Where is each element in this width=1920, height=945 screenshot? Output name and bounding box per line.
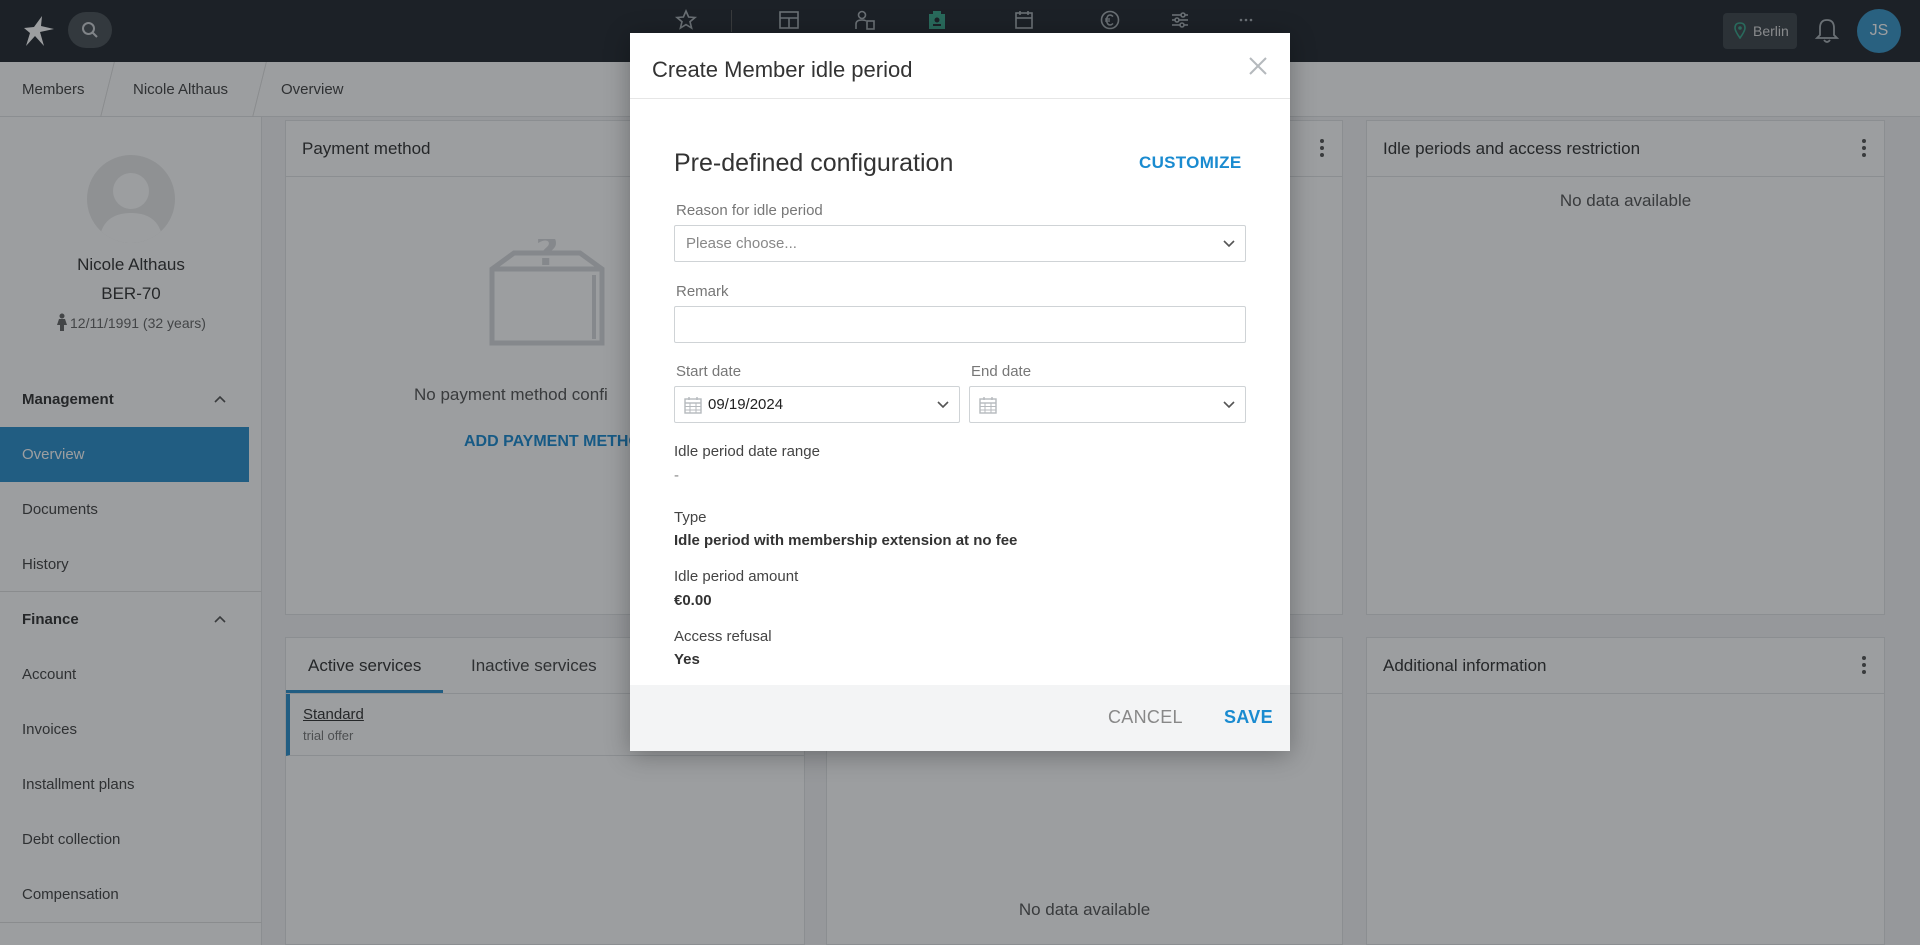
dialog-footer: CANCEL SAVE — [630, 685, 1290, 751]
end-date-picker[interactable] — [969, 386, 1246, 423]
calendar-icon — [684, 397, 702, 414]
access-refusal-value: Yes — [674, 651, 700, 668]
create-idle-period-dialog: Create Member idle period Pre-defined co… — [630, 33, 1290, 751]
section-title: Pre-defined configuration — [674, 149, 954, 177]
access-refusal-label: Access refusal — [674, 628, 772, 645]
remark-label: Remark — [676, 283, 729, 300]
amount-value: €0.00 — [674, 592, 712, 609]
type-label: Type — [674, 509, 707, 526]
dialog-title: Create Member idle period — [652, 57, 913, 82]
remark-input[interactable] — [674, 306, 1246, 343]
start-date-value: 09/19/2024 — [708, 396, 784, 413]
end-date-label: End date — [971, 363, 1032, 380]
start-date-picker[interactable]: 09/19/2024 — [674, 386, 960, 423]
type-value: Idle period with membership extension at… — [674, 532, 1018, 549]
chevron-down-icon — [937, 401, 949, 409]
reason-label: Reason for idle period — [676, 202, 823, 219]
dialog-header: Create Member idle period — [630, 33, 1290, 99]
chevron-down-icon — [1223, 240, 1235, 248]
save-button[interactable]: SAVE — [1224, 707, 1273, 728]
date-range-value: - — [674, 467, 679, 484]
customize-button[interactable]: CUSTOMIZE — [1139, 153, 1242, 173]
calendar-icon — [979, 397, 997, 414]
start-date-label: Start date — [676, 363, 742, 380]
chevron-down-icon — [1223, 401, 1235, 409]
amount-label: Idle period amount — [674, 568, 799, 585]
reason-select[interactable]: Please choose... — [674, 225, 1246, 262]
date-range-label: Idle period date range — [674, 443, 820, 460]
reason-placeholder: Please choose... — [686, 235, 797, 252]
close-icon[interactable] — [1247, 55, 1269, 77]
cancel-button[interactable]: CANCEL — [1108, 707, 1183, 728]
